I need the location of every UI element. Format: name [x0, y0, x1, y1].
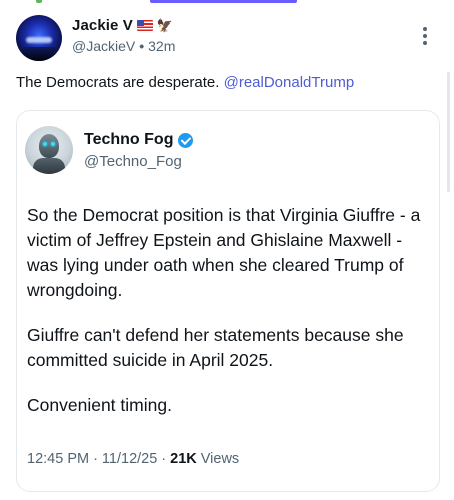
avatar-glow: [26, 37, 52, 43]
avatar[interactable]: [16, 15, 62, 61]
quoted-paragraph-2: Giuffre can't defend her statements beca…: [27, 325, 404, 370]
quoted-author: Techno Fog @Techno_Fog: [84, 130, 194, 173]
mention-link[interactable]: @realDonaldTrump: [224, 74, 355, 91]
avatar-crowd: [16, 47, 62, 61]
quoted-post-body: So the Democrat position is that Virgini…: [27, 203, 437, 418]
quoted-author-avatar[interactable]: [25, 126, 73, 174]
quoted-post-date[interactable]: 11/12/25: [102, 451, 157, 467]
post: Jackie V 🦅 @JackieV • 32m The Democrats …: [0, 0, 454, 500]
verified-badge-icon: [178, 132, 194, 148]
footer-separator-2: ·: [161, 451, 167, 467]
post-time[interactable]: 32m: [148, 38, 175, 54]
footer-separator-1: ·: [93, 451, 98, 467]
views-label: Views: [200, 451, 240, 467]
quoted-post-footer: 12:45 PM · 11/12/25 · 21K Views: [27, 451, 239, 467]
author-display-name[interactable]: Jackie V: [72, 17, 133, 34]
quoted-post[interactable]: Techno Fog @Techno_Fog So the Democrat p…: [16, 110, 440, 492]
post-text-body: The Democrats are desperate.: [16, 74, 224, 91]
eagle-icon: 🦅: [156, 17, 174, 33]
quoted-post-time[interactable]: 12:45 PM: [27, 451, 89, 467]
author-handle[interactable]: @JackieV: [72, 38, 135, 54]
quoted-author-handle[interactable]: @Techno_Fog: [84, 153, 193, 173]
flag-us-icon: [136, 19, 153, 31]
meta-separator: •: [139, 38, 145, 54]
quoted-author-display-name[interactable]: Techno Fog: [84, 131, 173, 149]
quoted-paragraph-3: Convenient timing.: [27, 395, 172, 415]
scrollbar-thumb[interactable]: [447, 72, 450, 192]
views-count: 21K: [170, 451, 197, 467]
quoted-paragraph-1: So the Democrat position is that Virgini…: [27, 205, 421, 300]
more-options-icon[interactable]: [419, 25, 431, 47]
post-text: The Democrats are desperate. @realDonald…: [16, 73, 354, 93]
post-author: Jackie V 🦅 @JackieV • 32m: [72, 15, 175, 55]
